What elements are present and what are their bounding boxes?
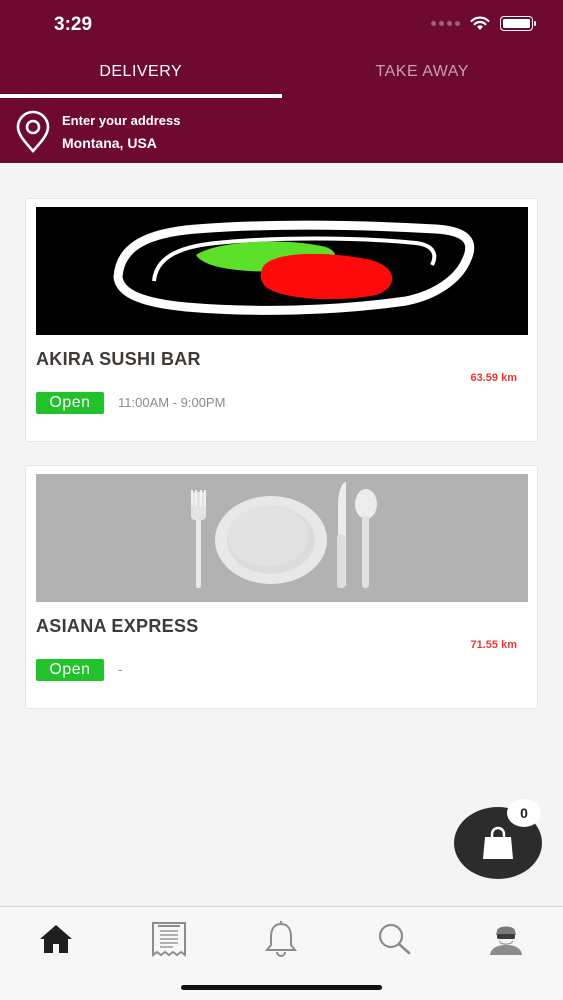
tab-take-away[interactable]: TAKE AWAY bbox=[282, 52, 563, 98]
search-icon bbox=[378, 923, 411, 955]
cart-count-badge: 0 bbox=[507, 799, 541, 827]
restaurant-distance: 63.59 km bbox=[470, 372, 517, 384]
status-bar: 3:29 bbox=[0, 0, 563, 48]
app-header: 3:29 DELIVERY TAKE AWAY Enter your addre… bbox=[0, 0, 563, 163]
address-selector[interactable]: Enter your address Montana, USA bbox=[14, 108, 181, 156]
address-value: Montana, USA bbox=[62, 135, 157, 151]
nav-profile[interactable] bbox=[486, 919, 526, 959]
opening-hours: 11:00AM - 9:00PM bbox=[118, 395, 226, 410]
restaurant-name: AKIRA SUSHI BAR bbox=[36, 349, 201, 369]
wifi-icon bbox=[470, 16, 490, 30]
nav-search[interactable] bbox=[374, 919, 414, 959]
nav-orders[interactable] bbox=[149, 919, 189, 959]
shopping-bag-icon bbox=[483, 826, 513, 859]
restaurant-placeholder-image bbox=[36, 474, 528, 602]
status-badge: Open bbox=[36, 392, 104, 414]
restaurant-logo-image bbox=[36, 207, 528, 335]
bell-icon bbox=[264, 921, 298, 957]
status-icons bbox=[431, 16, 536, 31]
tab-delivery[interactable]: DELIVERY bbox=[0, 52, 282, 98]
status-time: 3:29 bbox=[54, 14, 93, 35]
opening-hours: - bbox=[118, 662, 123, 677]
profile-icon bbox=[490, 926, 522, 955]
restaurant-distance: 71.55 km bbox=[470, 639, 517, 651]
battery-icon bbox=[500, 16, 536, 31]
status-badge: Open bbox=[36, 659, 104, 681]
home-icon bbox=[40, 925, 72, 953]
restaurant-card[interactable]: ASIANA EXPRESS 71.55 km Open - bbox=[25, 465, 538, 709]
address-label: Enter your address bbox=[62, 113, 181, 128]
order-type-tabs: DELIVERY TAKE AWAY bbox=[0, 52, 563, 98]
signal-icon bbox=[431, 21, 460, 26]
nav-home[interactable] bbox=[36, 919, 76, 959]
nav-notifications[interactable] bbox=[261, 919, 301, 959]
restaurant-name: ASIANA EXPRESS bbox=[36, 616, 199, 636]
receipt-icon bbox=[152, 922, 186, 957]
restaurant-card[interactable]: AKIRA SUSHI BAR 63.59 km Open 11:00AM - … bbox=[25, 198, 538, 442]
location-pin-icon bbox=[16, 110, 50, 153]
home-indicator bbox=[181, 985, 382, 990]
